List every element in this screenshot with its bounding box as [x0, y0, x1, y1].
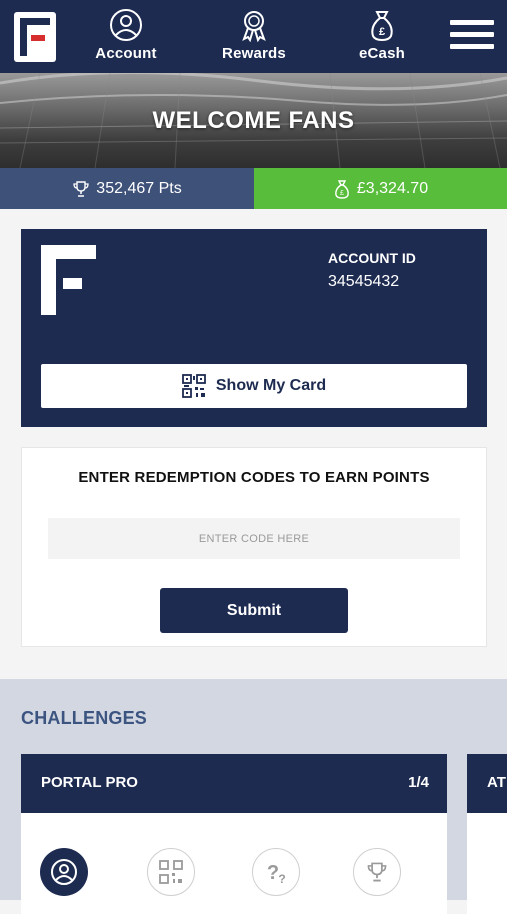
nav-account-label: Account	[95, 45, 157, 62]
svg-text:£: £	[379, 26, 385, 38]
qr-code-icon	[181, 374, 206, 398]
challenges-title: CHALLENGES	[21, 708, 148, 728]
card-logo	[41, 245, 96, 315]
challenge-progress: 1/4	[408, 774, 429, 791]
challenge-name: PORTAL PRO	[41, 774, 138, 791]
trophy-icon	[367, 862, 387, 882]
nav-ecash-label: eCash	[358, 45, 406, 62]
redemption-panel: ENTER REDEMPTION CODES TO EARN POINTS Su…	[21, 447, 487, 647]
challenge-step-question[interactable]: ? ?	[252, 848, 300, 896]
challenge-card-header: AT	[467, 754, 507, 813]
hamburger-menu-icon[interactable]	[450, 20, 494, 54]
nav-rewards-label: Rewards	[222, 45, 286, 62]
qr-code-icon	[159, 860, 183, 884]
svg-text:?: ?	[278, 872, 285, 886]
award-ribbon-icon	[242, 11, 266, 42]
account-id-label: ACCOUNT ID	[328, 250, 416, 266]
user-circle-icon	[110, 9, 142, 41]
challenge-card-header: PORTAL PRO 1/4	[21, 754, 447, 813]
svg-text:?: ?	[267, 862, 279, 884]
ecash-balance[interactable]: £ £3,324.70	[254, 168, 507, 209]
challenge-step-trophy[interactable]	[353, 848, 401, 896]
user-icon	[51, 859, 77, 885]
hero-title: WELCOME FANS	[152, 107, 355, 134]
account-id-value: 34545432	[328, 273, 400, 290]
nav-account[interactable]: Account	[81, 8, 171, 62]
money-bag-icon: £	[335, 179, 349, 199]
points-value: 352,467 Pts	[96, 179, 182, 197]
ecash-value: £3,324.70	[356, 179, 429, 197]
svg-text:£: £	[340, 190, 344, 197]
submit-button[interactable]: Submit	[160, 588, 348, 633]
nav-rewards[interactable]: Rewards	[209, 8, 299, 62]
challenges-section: CHALLENGES PORTAL PRO 1/4 ? ? AT	[0, 679, 507, 914]
points-balance[interactable]: 352,467 Pts	[0, 168, 254, 209]
challenge-card-partial[interactable]: AT	[467, 754, 507, 914]
challenge-card[interactable]: PORTAL PRO 1/4 ? ?	[21, 754, 447, 914]
redemption-title: ENTER REDEMPTION CODES TO EARN POINTS	[78, 469, 430, 486]
top-nav: Account Rewards £ eCash	[0, 0, 507, 73]
challenge-name: AT	[487, 774, 506, 791]
trophy-icon	[73, 180, 89, 197]
hero-banner: WELCOME FANS	[0, 73, 507, 168]
account-card: ACCOUNT ID 34545432 Show My Card	[21, 229, 487, 427]
redemption-code-input[interactable]	[48, 518, 460, 559]
show-my-card-label: Show My Card	[215, 377, 327, 394]
stats-bar: 352,467 Pts £ £3,324.70	[0, 168, 507, 209]
challenge-step-qr[interactable]	[147, 848, 195, 896]
question-icon: ? ?	[267, 862, 286, 886]
nav-ecash[interactable]: £ eCash	[337, 8, 427, 62]
challenge-step-user[interactable]	[40, 848, 88, 896]
money-bag-icon: £	[371, 11, 393, 42]
brand-logo[interactable]	[14, 12, 56, 62]
show-my-card-button[interactable]: Show My Card	[41, 364, 467, 408]
